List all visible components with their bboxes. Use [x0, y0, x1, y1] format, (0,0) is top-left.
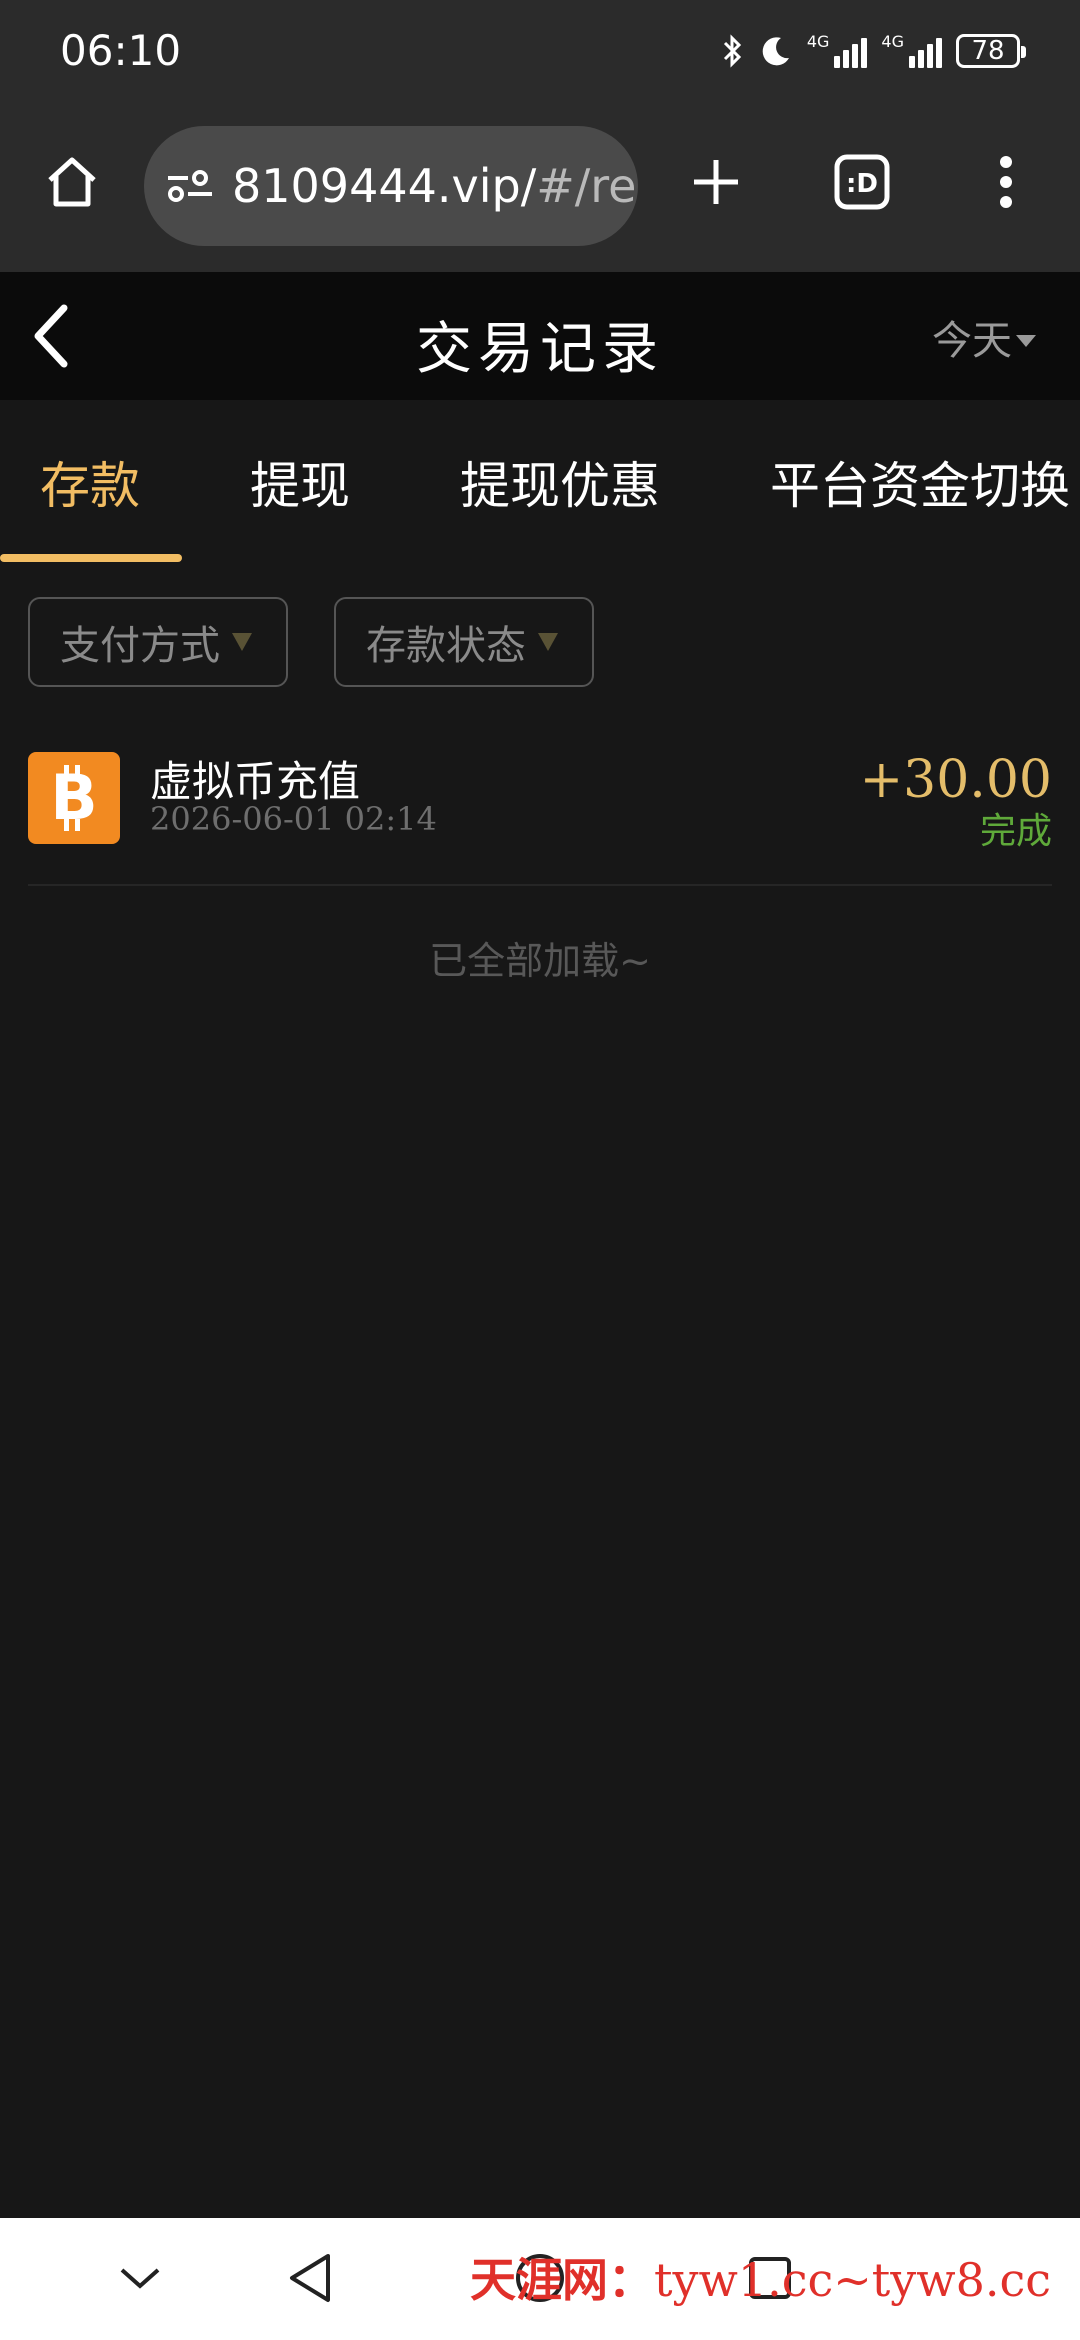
tabs-icon: :D — [834, 154, 890, 210]
svg-text::D: :D — [846, 169, 878, 199]
record-amount: +30.00 — [859, 750, 1052, 810]
end-of-list-note: 已全部加载~ — [429, 939, 651, 983]
payment-method-filter[interactable]: 支付方式 — [28, 597, 288, 687]
system-navigation-bar: 天涯网：tyw1.cc~tyw8.cc — [0, 2218, 1080, 2340]
home-icon — [48, 157, 96, 207]
new-tab-button[interactable] — [680, 146, 752, 218]
tab-fund-transfer[interactable]: 平台资金切换 — [770, 446, 1070, 518]
clock: 06:10 — [60, 26, 182, 75]
url-text: 8109444.vip/#/re — [232, 159, 637, 213]
bitcoin-icon: B — [28, 752, 120, 844]
payment-method-label: 支付方式 — [60, 623, 220, 669]
signal-icon: 4G — [807, 34, 868, 68]
nav-collapse-button[interactable] — [110, 2248, 170, 2308]
list-item[interactable]: B 虚拟币充值 2026-06-01 02:14 +30.00 完成 — [28, 748, 1052, 886]
more-vertical-icon — [1000, 156, 1012, 208]
status-bar: 06:10 4G 4G 78 — [0, 0, 1080, 110]
page-title: 交易记录 — [416, 317, 664, 382]
divider — [28, 884, 1052, 886]
tabs-button[interactable]: :D — [826, 146, 898, 218]
triangle-back-icon — [290, 2254, 330, 2302]
tab-withdraw[interactable]: 提现 — [250, 446, 350, 518]
tab-bar: 存款 提现 提现优惠 平台资金切换 — [0, 400, 1080, 562]
svg-text:B: B — [50, 763, 97, 833]
moon-icon — [762, 37, 789, 66]
date-filter-label: 今天 — [932, 318, 1012, 364]
address-bar[interactable]: 8109444.vip/#/re — [144, 126, 638, 246]
deposit-status-label: 存款状态 — [366, 623, 526, 669]
record-status: 完成 — [979, 811, 1052, 852]
chevron-down-icon — [120, 2268, 160, 2289]
deposit-status-filter[interactable]: 存款状态 — [334, 597, 594, 687]
app-header: 交易记录 今天 — [0, 272, 1080, 400]
bluetooth-icon — [723, 34, 741, 68]
signal-icon: 4G — [881, 34, 942, 68]
browser-toolbar: 8109444.vip/#/re :D — [0, 110, 1080, 272]
site-settings-icon — [168, 170, 212, 202]
caret-down-icon — [1016, 335, 1036, 347]
date-filter-dropdown[interactable]: 今天 — [932, 308, 1036, 366]
tab-deposit[interactable]: 存款 — [40, 446, 140, 518]
triangle-down-icon — [232, 633, 252, 651]
active-tab-indicator — [0, 554, 182, 562]
home-button[interactable] — [36, 146, 108, 218]
watermark: 天涯网：tyw1.cc~tyw8.cc — [470, 2253, 1052, 2307]
tab-withdraw-promo[interactable]: 提现优惠 — [460, 446, 660, 518]
status-icons: 4G 4G 78 — [721, 28, 1026, 74]
plus-icon — [694, 160, 738, 204]
battery-indicator: 78 — [956, 34, 1026, 68]
triangle-down-icon — [538, 633, 558, 651]
record-time: 2026-06-01 02:14 — [150, 800, 437, 838]
nav-back-button[interactable] — [280, 2248, 340, 2308]
more-menu-button[interactable] — [970, 146, 1042, 218]
